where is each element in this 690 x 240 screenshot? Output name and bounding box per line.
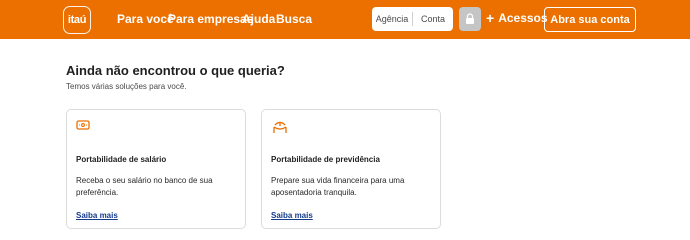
page-title: Ainda não encontrou o que queria? xyxy=(66,63,285,78)
agencia-field[interactable]: Agência xyxy=(372,14,412,24)
card-portabilidade-salario: Portabilidade de salário Receba o seu sa… xyxy=(66,109,246,229)
card-description: Prepare sua vida financeira para uma apo… xyxy=(271,176,405,197)
account-access-form: Agência Conta xyxy=(372,7,453,31)
acessos-label: Acessos xyxy=(498,11,548,25)
card-title: Portabilidade de previdência xyxy=(271,155,380,164)
saiba-mais-link[interactable]: Saiba mais xyxy=(271,211,313,220)
nav-ajuda[interactable]: Ajuda xyxy=(242,12,275,26)
nav-para-empresas[interactable]: Para empresas xyxy=(168,12,253,26)
acessos-menu[interactable]: + Acessos xyxy=(486,11,548,25)
nav-para-voce[interactable]: Para você xyxy=(117,12,174,26)
card-description: Receba o seu salário no banco de sua pre… xyxy=(76,176,213,197)
top-header: itaú Para você Para empresas Ajuda Busca… xyxy=(0,0,690,39)
hammock-icon xyxy=(273,121,287,133)
login-button[interactable] xyxy=(459,7,481,31)
conta-field[interactable]: Conta xyxy=(413,14,453,24)
page-subtitle: Temos várias soluções para você. xyxy=(66,82,187,91)
card-title: Portabilidade de salário xyxy=(76,155,167,164)
card-portabilidade-previdencia: Portabilidade de previdência Prepare sua… xyxy=(261,109,441,229)
nav-busca[interactable]: Busca xyxy=(276,12,312,26)
salary-card-icon xyxy=(76,120,90,130)
lock-icon xyxy=(466,13,474,24)
plus-icon: + xyxy=(486,10,495,26)
itau-logo[interactable]: itaú xyxy=(63,6,91,34)
saiba-mais-link[interactable]: Saiba mais xyxy=(76,211,118,220)
open-account-button[interactable]: Abra sua conta xyxy=(544,7,636,32)
